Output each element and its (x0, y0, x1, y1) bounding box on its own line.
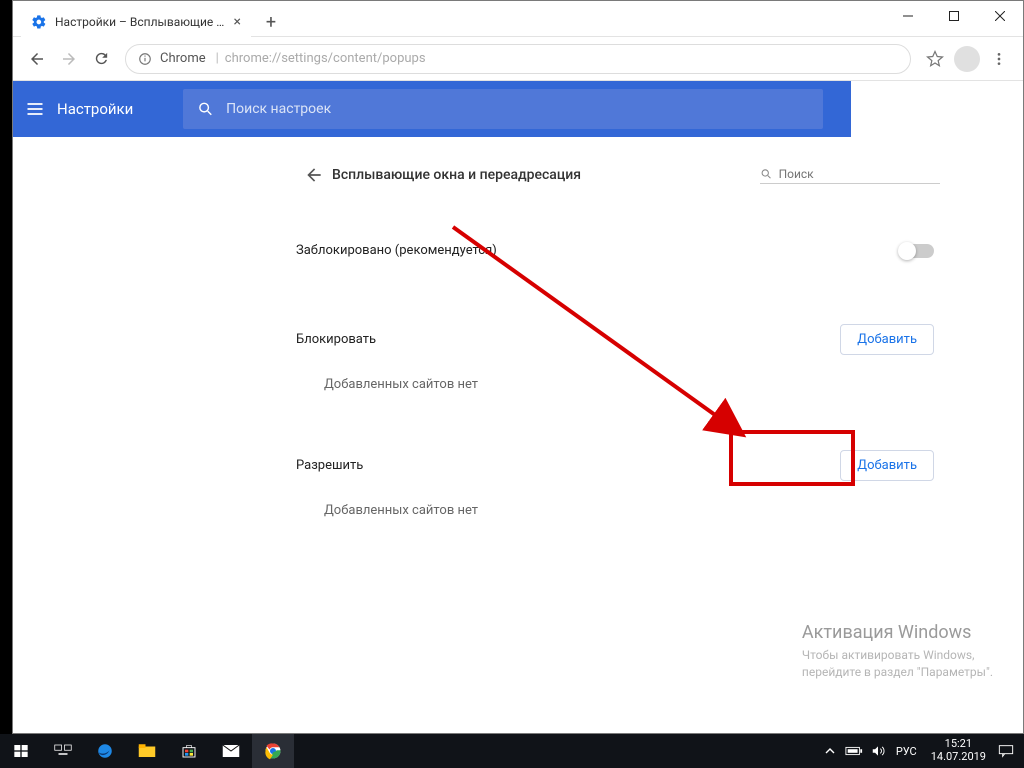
chrome-taskbar-icon[interactable] (252, 734, 294, 768)
tab-title: Настройки – Всплывающие окн (55, 15, 226, 29)
kebab-menu-icon[interactable] (983, 43, 1015, 75)
windows-watermark: Активация Windows Чтобы активировать Win… (802, 620, 993, 681)
address-path: chrome://settings/content/popups (225, 51, 426, 66)
panel-search[interactable] (760, 167, 940, 184)
blocked-recommended-label: Заблокировано (рекомендуется) (296, 243, 497, 258)
chevron-up-icon[interactable] (818, 746, 842, 756)
block-section: Блокировать Добавить (296, 304, 940, 355)
taskview-button[interactable] (42, 734, 84, 768)
blocked-recommended-row: Заблокировано (рекомендуется) (296, 193, 940, 276)
browser-toolbar: Chrome | chrome://settings/content/popup… (13, 37, 1023, 81)
mail-icon[interactable] (210, 734, 252, 768)
input-language[interactable]: РУС (890, 745, 923, 758)
allow-empty-msg: Добавленных сайтов нет (296, 481, 940, 518)
block-heading: Блокировать (296, 332, 376, 347)
volume-icon[interactable] (866, 744, 890, 758)
bookmark-star-icon[interactable] (919, 43, 951, 75)
settings-search[interactable] (183, 89, 823, 129)
settings-appbar: Настройки (13, 81, 1023, 137)
panel-header: Всплывающие окна и переадресация (296, 157, 940, 193)
taskbar: РУС 15:21 14.07.2019 (0, 734, 1024, 768)
annotation-highlight (729, 430, 855, 486)
window-controls (885, 1, 1023, 31)
profile-avatar[interactable] (951, 43, 983, 75)
close-window-button[interactable] (977, 1, 1023, 31)
panel-search-input[interactable] (779, 167, 940, 181)
chrome-window: Настройки – Всплывающие окн × + Chrome |… (12, 0, 1024, 734)
settings-search-input[interactable] (226, 101, 809, 117)
watermark-line2: перейдите в раздел "Параметры". (802, 664, 993, 681)
titlebar: Настройки – Всплывающие окн × + (13, 1, 1023, 37)
minimize-button[interactable] (885, 1, 931, 31)
panel-title: Всплывающие окна и переадресация (332, 167, 760, 183)
maximize-button[interactable] (931, 1, 977, 31)
tab-close-icon[interactable]: × (234, 14, 241, 30)
appbar-title: Настройки (57, 100, 133, 118)
battery-icon[interactable] (842, 746, 866, 756)
clock[interactable]: 15:21 14.07.2019 (923, 738, 994, 763)
start-button[interactable] (0, 734, 42, 768)
address-bar[interactable]: Chrome | chrome://settings/content/popup… (125, 44, 911, 74)
watermark-line1: Чтобы активировать Windows, (802, 647, 993, 664)
store-icon[interactable] (168, 734, 210, 768)
new-tab-button[interactable]: + (257, 8, 285, 36)
info-icon (138, 52, 152, 66)
hamburger-icon[interactable] (13, 99, 57, 119)
allow-heading: Разрешить (296, 458, 363, 473)
appbar-search (171, 81, 851, 137)
taskbar-right: РУС 15:21 14.07.2019 (818, 734, 1024, 768)
search-icon (760, 167, 773, 181)
edge-icon[interactable] (84, 734, 126, 768)
action-center-icon[interactable] (994, 744, 1018, 758)
search-icon (197, 100, 214, 118)
forward-button[interactable] (53, 43, 85, 75)
gear-icon (31, 14, 47, 30)
watermark-title: Активация Windows (802, 620, 993, 645)
back-button[interactable] (21, 43, 53, 75)
popup-toggle[interactable] (900, 244, 934, 258)
block-empty-msg: Добавленных сайтов нет (296, 355, 940, 392)
date: 14.07.2019 (931, 751, 986, 764)
taskbar-left (0, 734, 294, 768)
explorer-icon[interactable] (126, 734, 168, 768)
reload-button[interactable] (85, 43, 117, 75)
tab-settings[interactable]: Настройки – Всплывающие окн × (21, 7, 251, 37)
appbar-left: Настройки (13, 81, 171, 137)
address-origin: Chrome (160, 51, 206, 66)
add-block-button[interactable]: Добавить (840, 324, 934, 355)
panel-back-button[interactable] (296, 165, 332, 185)
tabs-strip: Настройки – Всплывающие окн × + (13, 1, 285, 37)
